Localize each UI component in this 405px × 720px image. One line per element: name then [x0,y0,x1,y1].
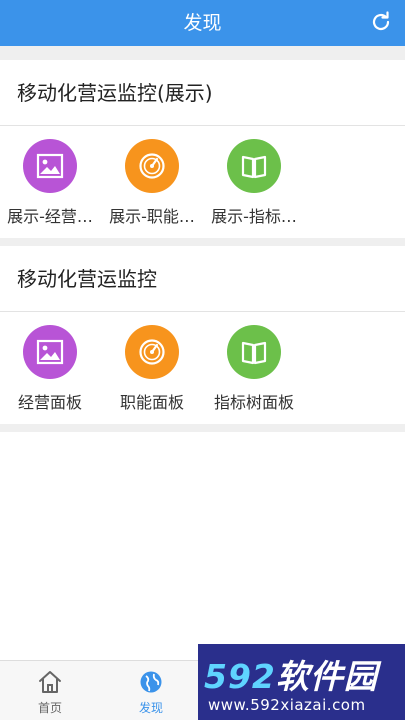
refresh-icon[interactable] [369,10,393,34]
gauge-icon [139,153,165,179]
watermark-brand: 592软件园 [204,657,378,696]
section-title: 移动化营运监控(展示) [0,60,405,126]
item-display-business-panel[interactable]: 展示-经营… [0,139,100,231]
watermark: 592软件园 www.592xiazai.com [198,644,405,720]
section-monitoring: 移动化营运监控 经营面板 职能面板 指标树面板 [0,246,405,424]
item-label: 职能面板 [119,393,184,412]
tab-discover[interactable]: 发现 [101,661,201,720]
section-display-monitoring: 移动化营运监控(展示) 展示-经营… 展示-职能… 展示-指标… [0,60,405,238]
item-label: 展示-指标… [211,207,297,226]
item-icon-circle [227,139,281,193]
tab-home[interactable]: 首页 [0,661,100,720]
item-business-panel[interactable]: 经营面板 [0,325,100,417]
image-icon [36,153,64,179]
home-icon [39,671,61,693]
image-icon [36,339,64,365]
book-icon [241,155,267,179]
item-display-indicator-panel[interactable]: 展示-指标… [204,139,304,231]
globe-icon [140,671,162,693]
item-icon-circle [125,325,179,379]
watermark-url: www.592xiazai.com [208,696,366,714]
item-icon-circle [23,325,77,379]
item-function-panel[interactable]: 职能面板 [102,325,202,417]
spacer [0,46,405,60]
item-label: 指标树面板 [213,393,294,412]
item-icon-circle [23,139,77,193]
top-bar: 发现 [0,0,405,46]
item-icon-circle [125,139,179,193]
section-items: 经营面板 职能面板 指标树面板 [0,312,405,424]
tab-label: 发现 [138,701,163,715]
section-items: 展示-经营… 展示-职能… 展示-指标… [0,126,405,238]
page-title: 发现 [183,12,222,34]
item-indicator-tree-panel[interactable]: 指标树面板 [204,325,304,417]
item-label: 经营面板 [17,393,82,412]
item-icon-circle [227,325,281,379]
book-icon [241,341,267,365]
gauge-icon [139,339,165,365]
tab-label: 首页 [37,701,62,715]
section-title: 移动化营运监控 [0,246,405,312]
spacer [0,424,405,432]
item-display-function-panel[interactable]: 展示-职能… [102,139,202,231]
item-label: 展示-经营… [7,207,93,226]
empty-content-area [0,432,405,660]
spacer [0,238,405,246]
item-label: 展示-职能… [109,207,195,226]
